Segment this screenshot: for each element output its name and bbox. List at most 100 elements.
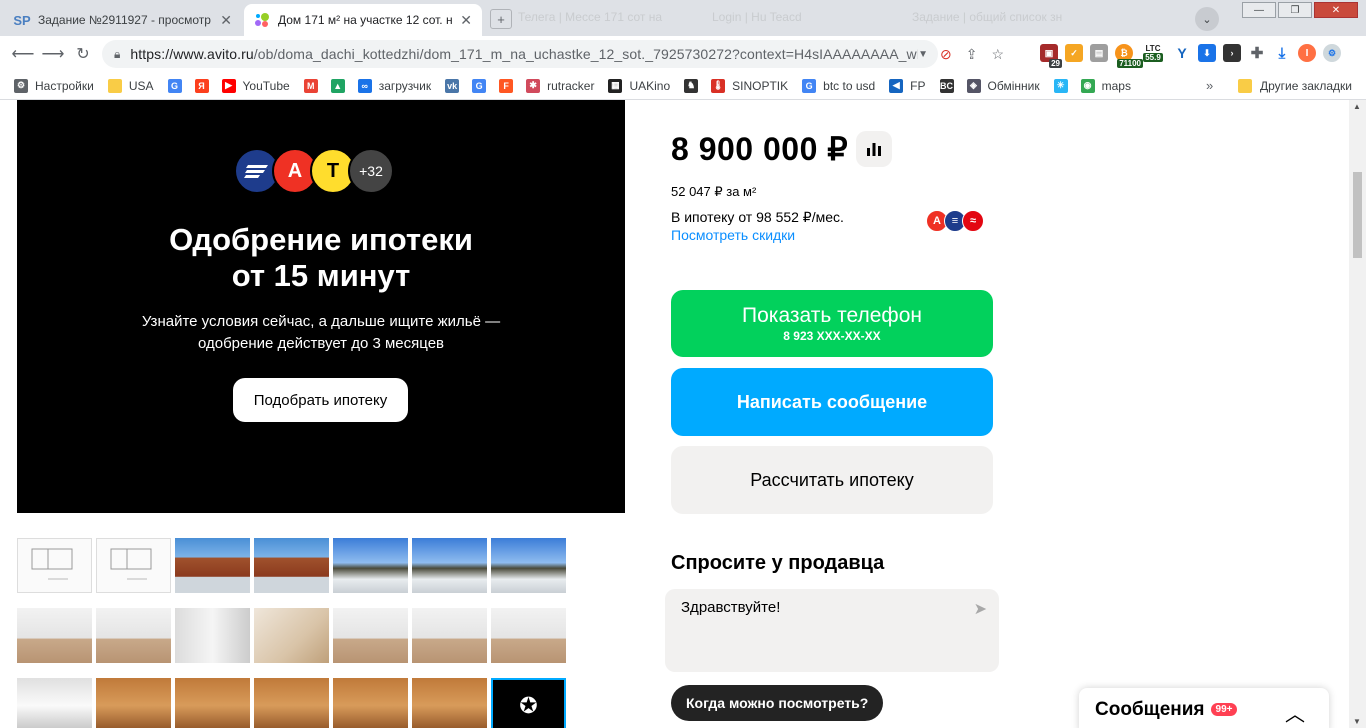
photo-thumbnail[interactable] [254,678,329,728]
sp-favicon-icon: SP [13,12,31,28]
close-tab-icon[interactable]: ✕ [220,12,232,29]
other-bookmarks[interactable]: Другие закладки [1238,79,1352,93]
bc-icon: BC [939,78,954,93]
bookmark-item[interactable]: F [499,78,520,93]
photo-thumbnail[interactable] [175,678,250,728]
photo-thumbnail[interactable] [17,608,92,663]
scroll-down-icon[interactable]: ▼ [1353,717,1361,726]
bookmark-item[interactable]: USA [107,78,154,93]
bookmark-item[interactable]: G [167,78,189,93]
bookmark-item[interactable]: M [303,78,325,93]
address-bar[interactable]: 🔒︎ https://www.avito.ru/ob/doma_dachi_ko… [102,40,938,68]
ext-v-icon[interactable]: Y [1173,44,1191,62]
ext-terminal-icon[interactable]: › [1223,44,1241,62]
profile-avatar[interactable]: I [1298,44,1316,62]
bookmark-item[interactable]: BC [939,78,961,93]
download-helper-icon[interactable]: ⬇ [1198,44,1216,62]
hidden-tab[interactable]: Телега | Мессе 171 сот нa [518,10,662,24]
photo-thumbnail[interactable] [412,678,487,728]
photo-thumbnail[interactable] [96,538,171,593]
tab-zadanie[interactable]: SP Задание №2911927 - просмотр з ✕ [4,4,242,36]
photo-thumbnail[interactable] [412,608,487,663]
bookmark-item[interactable]: ▶ YouTube [221,78,290,93]
bookmark-item[interactable]: ◉ maps [1080,78,1131,93]
send-icon[interactable]: ➤ [974,599,987,619]
bookmark-item[interactable]: Gbtc to usd [802,78,875,93]
photo-thumbnail[interactable] [412,538,487,593]
quick-question-chip[interactable]: Когда можно посмотреть? [671,685,884,721]
banner-title: Одобрение ипотеки от 15 минут [169,222,473,293]
bookmark-item[interactable]: 🌡︎ SINOPTIK [711,78,788,93]
blocked-icon[interactable]: ⊘ [940,46,952,63]
photo-thumbnail[interactable] [491,538,566,593]
write-message-button[interactable]: Написать сообщение [671,368,993,436]
litecoin-icon[interactable]: LTC 55.9 [1140,44,1166,62]
messages-count-badge: 99+ [1210,702,1238,716]
photo-thumbnail[interactable] [17,678,92,728]
yandex-icon: Я [194,78,209,93]
pick-mortgage-button[interactable]: Подобрать ипотеку [233,378,408,422]
bookmark-item[interactable]: ◀ FP [889,78,926,93]
chevron-up-icon[interactable]: ︿ [1285,698,1305,727]
close-tab-icon[interactable]: ✕ [460,12,472,29]
mortgage-promo-banner[interactable]: A T +32 Одобрение ипотеки от 15 минут Узн… [17,100,625,513]
tab-search-chevron-icon[interactable]: ⌄ [1195,7,1219,31]
forward-arrow-icon[interactable]: ⟶ [40,41,66,67]
new-tab-button[interactable]: + [490,9,512,29]
bookmark-item[interactable]: ✱ rutracker [526,78,594,93]
ext-shield-icon[interactable]: ▣ 29 [1040,44,1062,68]
bookmark-item[interactable]: ◈ Обмінник [966,78,1040,93]
scroll-up-icon[interactable]: ▲ [1353,102,1361,111]
photo-thumbnail[interactable] [17,538,92,593]
price-history-button[interactable] [856,131,893,167]
maximize-button[interactable]: ❐ [1278,2,1312,18]
bookmarks-overflow-button[interactable]: » [1206,78,1213,93]
photo-thumbnail[interactable] [254,538,329,593]
hidden-tab[interactable]: Login | Hu Teacd [712,10,802,24]
tab-avito[interactable]: Дом 171 м² на участке 12 сот. на ✕ [244,4,482,36]
bookmark-item[interactable]: vk [445,78,466,93]
photo-thumbnail[interactable] [175,608,250,663]
minimize-button[interactable]: — [1242,2,1276,18]
bookmark-item[interactable]: ▲ [330,78,352,93]
bookmark-item[interactable]: ⚙ Настройки [14,78,94,93]
url-dropdown-icon[interactable]: ▼ [918,49,928,60]
show-phone-button[interactable]: Показать телефон 8 923 XXX-XX-XX [671,290,993,357]
hidden-tab[interactable]: Задание | общий список зн [912,10,1062,24]
ext-honey-icon[interactable]: ✓ [1065,44,1083,62]
bookmark-item[interactable]: Я [194,78,216,93]
messages-widget[interactable]: Сообщения 99+ ︿ [1079,688,1329,728]
menu-dots-icon[interactable]: ⚙ [1323,44,1341,62]
bookmark-star-icon[interactable]: ☆ [991,46,1004,63]
knight-icon: ♞ [684,78,699,93]
url-text: https://www.avito.ru/ob/doma_dachi_kotte… [130,46,919,62]
see-discounts-link[interactable]: Посмотреть скидки [671,227,795,243]
bookmark-item[interactable]: ✳ [1053,78,1075,93]
photo-thumbnail[interactable] [254,608,329,663]
more-banks-badge: +32 [348,148,394,194]
bookmark-item[interactable]: ∞ загрузчик [357,78,431,93]
downloads-icon[interactable]: ⤓ [1273,44,1291,62]
more-photos-thumbnail[interactable]: ✪ [491,678,566,728]
bookmark-item[interactable]: G [472,78,493,93]
share-icon[interactable]: ⇪ [966,46,978,63]
ext-briefcase-icon[interactable]: ▤ [1090,44,1108,62]
photo-thumbnail[interactable] [175,538,250,593]
back-arrow-icon[interactable]: ⟵ [10,41,36,67]
reload-icon[interactable]: ↻ [70,41,96,67]
close-window-button[interactable]: ✕ [1314,2,1358,18]
photo-thumbnail[interactable] [333,678,408,728]
bookmark-item[interactable]: ▦ UAKino [608,78,670,93]
bookmark-item[interactable]: ♞ [684,78,705,93]
extensions-puzzle-icon[interactable]: ✚ [1248,44,1266,62]
photo-thumbnail[interactable] [96,608,171,663]
bitcoin-icon[interactable]: ₿ 71100 [1115,44,1143,68]
photo-thumbnail[interactable] [491,608,566,663]
photo-thumbnail[interactable] [333,608,408,663]
photo-thumbnail[interactable] [333,538,408,593]
scrollbar-thumb[interactable] [1353,172,1362,258]
ask-seller-input[interactable]: Здравствуйте! ➤ [665,589,999,672]
calc-mortgage-button[interactable]: Рассчитать ипотеку [671,446,993,514]
photo-thumbnail[interactable] [96,678,171,728]
page-scrollbar[interactable]: ▲ ▼ [1349,100,1366,728]
